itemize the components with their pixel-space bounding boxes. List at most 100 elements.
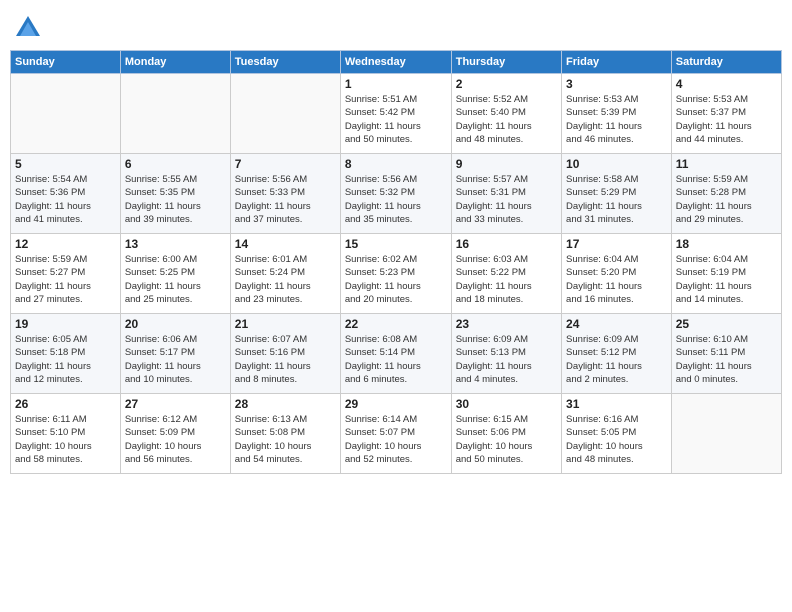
day-info: Sunrise: 6:09 AM Sunset: 5:12 PM Dayligh…	[566, 333, 667, 386]
day-info: Sunrise: 6:07 AM Sunset: 5:16 PM Dayligh…	[235, 333, 336, 386]
day-number: 12	[15, 237, 116, 251]
page-header	[10, 10, 782, 42]
day-cell: 3 Sunrise: 5:53 AM Sunset: 5:39 PM Daylig…	[562, 74, 672, 154]
day-cell: 6 Sunrise: 5:55 AM Sunset: 5:35 PM Daylig…	[120, 154, 230, 234]
day-number: 19	[15, 317, 116, 331]
logo-icon	[14, 14, 42, 42]
day-cell: 17 Sunrise: 6:04 AM Sunset: 5:20 PM Dayli…	[562, 234, 672, 314]
day-number: 14	[235, 237, 336, 251]
day-info: Sunrise: 6:15 AM Sunset: 5:06 PM Dayligh…	[456, 413, 557, 466]
day-cell: 20 Sunrise: 6:06 AM Sunset: 5:17 PM Dayli…	[120, 314, 230, 394]
header-row: SundayMondayTuesdayWednesdayThursdayFrid…	[11, 51, 782, 74]
day-number: 1	[345, 77, 447, 91]
day-cell: 19 Sunrise: 6:05 AM Sunset: 5:18 PM Dayli…	[11, 314, 121, 394]
day-cell: 26Sunrise: 6:11 AM Sunset: 5:10 PM Dayli…	[11, 394, 121, 474]
day-cell: 14 Sunrise: 6:01 AM Sunset: 5:24 PM Dayli…	[230, 234, 340, 314]
day-number: 2	[456, 77, 557, 91]
day-info: Sunrise: 6:03 AM Sunset: 5:22 PM Dayligh…	[456, 253, 557, 306]
day-info: Sunrise: 6:04 AM Sunset: 5:19 PM Dayligh…	[676, 253, 777, 306]
day-cell: 30 Sunrise: 6:15 AM Sunset: 5:06 PM Dayli…	[451, 394, 561, 474]
day-cell: 21Sunrise: 6:07 AM Sunset: 5:16 PM Dayli…	[230, 314, 340, 394]
day-info: Sunrise: 5:53 AM Sunset: 5:37 PM Dayligh…	[676, 93, 777, 146]
day-info: Sunrise: 5:54 AM Sunset: 5:36 PM Dayligh…	[15, 173, 116, 226]
day-info: Sunrise: 6:01 AM Sunset: 5:24 PM Dayligh…	[235, 253, 336, 306]
day-cell: 31 Sunrise: 6:16 AM Sunset: 5:05 PM Dayli…	[562, 394, 672, 474]
day-cell: 1 Sunrise: 5:51 AM Sunset: 5:42 PM Daylig…	[340, 74, 451, 154]
header-tuesday: Tuesday	[230, 51, 340, 74]
week-row-2: 12 Sunrise: 5:59 AM Sunset: 5:27 PM Dayli…	[11, 234, 782, 314]
day-cell	[11, 74, 121, 154]
day-cell: 12 Sunrise: 5:59 AM Sunset: 5:27 PM Dayli…	[11, 234, 121, 314]
day-info: Sunrise: 5:59 AM Sunset: 5:28 PM Dayligh…	[676, 173, 777, 226]
day-number: 22	[345, 317, 447, 331]
day-cell: 10 Sunrise: 5:58 AM Sunset: 5:29 PM Dayli…	[562, 154, 672, 234]
day-cell: 7 Sunrise: 5:56 AM Sunset: 5:33 PM Daylig…	[230, 154, 340, 234]
week-row-1: 5 Sunrise: 5:54 AM Sunset: 5:36 PM Daylig…	[11, 154, 782, 234]
day-info: Sunrise: 6:11 AM Sunset: 5:10 PM Dayligh…	[15, 413, 116, 466]
day-number: 27	[125, 397, 226, 411]
day-info: Sunrise: 6:06 AM Sunset: 5:17 PM Dayligh…	[125, 333, 226, 386]
day-info: Sunrise: 6:05 AM Sunset: 5:18 PM Dayligh…	[15, 333, 116, 386]
day-number: 4	[676, 77, 777, 91]
day-number: 7	[235, 157, 336, 171]
day-info: Sunrise: 6:16 AM Sunset: 5:05 PM Dayligh…	[566, 413, 667, 466]
day-info: Sunrise: 5:59 AM Sunset: 5:27 PM Dayligh…	[15, 253, 116, 306]
day-cell: 8Sunrise: 5:56 AM Sunset: 5:32 PM Daylig…	[340, 154, 451, 234]
day-info: Sunrise: 6:12 AM Sunset: 5:09 PM Dayligh…	[125, 413, 226, 466]
day-number: 6	[125, 157, 226, 171]
header-thursday: Thursday	[451, 51, 561, 74]
day-number: 20	[125, 317, 226, 331]
day-info: Sunrise: 5:57 AM Sunset: 5:31 PM Dayligh…	[456, 173, 557, 226]
header-saturday: Saturday	[671, 51, 781, 74]
day-number: 29	[345, 397, 447, 411]
day-number: 10	[566, 157, 667, 171]
day-number: 24	[566, 317, 667, 331]
day-info: Sunrise: 5:56 AM Sunset: 5:33 PM Dayligh…	[235, 173, 336, 226]
header-sunday: Sunday	[11, 51, 121, 74]
day-cell	[671, 394, 781, 474]
day-info: Sunrise: 6:14 AM Sunset: 5:07 PM Dayligh…	[345, 413, 447, 466]
day-cell: 13Sunrise: 6:00 AM Sunset: 5:25 PM Dayli…	[120, 234, 230, 314]
day-number: 31	[566, 397, 667, 411]
day-number: 28	[235, 397, 336, 411]
day-info: Sunrise: 6:04 AM Sunset: 5:20 PM Dayligh…	[566, 253, 667, 306]
day-info: Sunrise: 5:56 AM Sunset: 5:32 PM Dayligh…	[345, 173, 447, 226]
day-cell: 15 Sunrise: 6:02 AM Sunset: 5:23 PM Dayli…	[340, 234, 451, 314]
day-cell: 24 Sunrise: 6:09 AM Sunset: 5:12 PM Dayli…	[562, 314, 672, 394]
day-number: 16	[456, 237, 557, 251]
header-wednesday: Wednesday	[340, 51, 451, 74]
day-cell: 16 Sunrise: 6:03 AM Sunset: 5:22 PM Dayli…	[451, 234, 561, 314]
day-number: 5	[15, 157, 116, 171]
day-cell: 29 Sunrise: 6:14 AM Sunset: 5:07 PM Dayli…	[340, 394, 451, 474]
day-number: 13	[125, 237, 226, 251]
day-cell: 2 Sunrise: 5:52 AM Sunset: 5:40 PM Daylig…	[451, 74, 561, 154]
day-cell: 5 Sunrise: 5:54 AM Sunset: 5:36 PM Daylig…	[11, 154, 121, 234]
day-cell	[120, 74, 230, 154]
header-monday: Monday	[120, 51, 230, 74]
day-cell	[230, 74, 340, 154]
day-info: Sunrise: 6:02 AM Sunset: 5:23 PM Dayligh…	[345, 253, 447, 306]
day-info: Sunrise: 5:52 AM Sunset: 5:40 PM Dayligh…	[456, 93, 557, 146]
logo	[14, 14, 46, 42]
day-info: Sunrise: 6:09 AM Sunset: 5:13 PM Dayligh…	[456, 333, 557, 386]
day-info: Sunrise: 5:58 AM Sunset: 5:29 PM Dayligh…	[566, 173, 667, 226]
day-number: 17	[566, 237, 667, 251]
day-info: Sunrise: 6:13 AM Sunset: 5:08 PM Dayligh…	[235, 413, 336, 466]
day-number: 3	[566, 77, 667, 91]
day-number: 23	[456, 317, 557, 331]
day-info: Sunrise: 5:55 AM Sunset: 5:35 PM Dayligh…	[125, 173, 226, 226]
day-cell: 18 Sunrise: 6:04 AM Sunset: 5:19 PM Dayli…	[671, 234, 781, 314]
calendar-table: SundayMondayTuesdayWednesdayThursdayFrid…	[10, 50, 782, 474]
day-cell: 22Sunrise: 6:08 AM Sunset: 5:14 PM Dayli…	[340, 314, 451, 394]
day-number: 11	[676, 157, 777, 171]
day-info: Sunrise: 6:10 AM Sunset: 5:11 PM Dayligh…	[676, 333, 777, 386]
day-cell: 4 Sunrise: 5:53 AM Sunset: 5:37 PM Daylig…	[671, 74, 781, 154]
day-info: Sunrise: 5:51 AM Sunset: 5:42 PM Dayligh…	[345, 93, 447, 146]
day-number: 18	[676, 237, 777, 251]
day-cell: 23 Sunrise: 6:09 AM Sunset: 5:13 PM Dayli…	[451, 314, 561, 394]
day-number: 30	[456, 397, 557, 411]
week-row-0: 1 Sunrise: 5:51 AM Sunset: 5:42 PM Daylig…	[11, 74, 782, 154]
day-number: 15	[345, 237, 447, 251]
day-info: Sunrise: 5:53 AM Sunset: 5:39 PM Dayligh…	[566, 93, 667, 146]
header-friday: Friday	[562, 51, 672, 74]
